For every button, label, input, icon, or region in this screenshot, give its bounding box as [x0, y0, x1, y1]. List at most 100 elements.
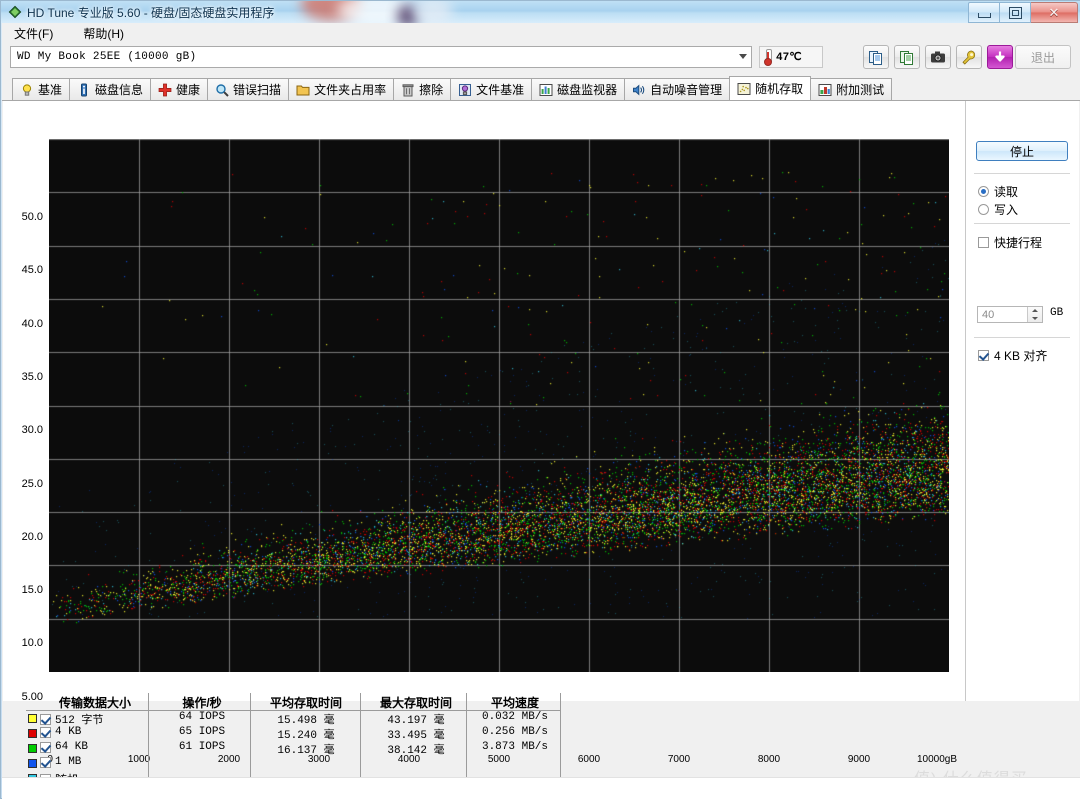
- divider: [974, 337, 1070, 338]
- y-axis-ticks: 50.0 45.0 40.0 35.0 30.0 25.0 20.0 15.0 10.0 5.00: [3, 211, 43, 750]
- table-cell-avg: 15.498 毫: [277, 715, 335, 727]
- tab-random-access[interactable]: 随机存取: [729, 76, 812, 100]
- menu-file[interactable]: 文件(F): [10, 23, 57, 44]
- menu-bar: 文件(F) 帮助(H): [2, 23, 1080, 43]
- series-checkbox[interactable]: [40, 713, 51, 725]
- drive-select-value: WD My Book 25EE (10000 gB): [17, 51, 197, 63]
- radio-write-icon: [978, 204, 989, 215]
- series-label-cell[interactable]: 4 KB: [28, 726, 82, 738]
- legend-color-swatch: [28, 729, 37, 738]
- series-checkbox[interactable]: [40, 756, 51, 768]
- copy-sheet-button[interactable]: [894, 45, 920, 69]
- close-button[interactable]: ✕: [1031, 2, 1078, 23]
- stepper-up-icon[interactable]: [1028, 307, 1042, 315]
- stepper-down-icon[interactable]: [1028, 315, 1042, 323]
- stop-button[interactable]: 停止: [976, 141, 1068, 161]
- chart-panel: ms 50.045.040.035.030.025.020.015.010.05…: [3, 101, 965, 765]
- folder-icon: [296, 83, 310, 97]
- app-diamond-icon: [8, 5, 22, 19]
- series-label-cell[interactable]: 64 KB: [28, 741, 89, 753]
- series-checkbox[interactable]: [40, 741, 51, 753]
- download-arrow-icon: [995, 51, 1005, 62]
- download-button[interactable]: [987, 45, 1013, 69]
- screenshot-button[interactable]: [925, 45, 951, 69]
- legend-color-swatch: [28, 759, 37, 768]
- tab-label: 磁盘信息: [95, 83, 144, 97]
- tab-health[interactable]: 健康: [150, 78, 209, 100]
- column-divider: [360, 693, 361, 789]
- tab-label: 文件基准: [476, 83, 525, 97]
- checkbox-4kb-align-icon: [978, 350, 989, 361]
- chevron-down-icon: [739, 54, 747, 59]
- tab-label: 磁盘监视器: [557, 83, 618, 97]
- tab-benchmark[interactable]: 基准: [12, 78, 71, 100]
- tab-aam[interactable]: 自动噪音管理: [624, 78, 731, 100]
- minimize-button[interactable]: [968, 2, 1000, 23]
- tab-disk-info[interactable]: 磁盘信息: [69, 78, 152, 100]
- table-row[interactable]: 512 字节 64 IOPS 15.498 毫 43.197 毫 0.032 MB/s: [26, 711, 560, 727]
- tab-file-benchmark[interactable]: 文件基准: [450, 78, 533, 100]
- series-label-cell[interactable]: 1 MB: [28, 756, 81, 768]
- monitor-chart-icon: [539, 83, 553, 97]
- scatter-plot-area: [49, 139, 949, 672]
- maximize-button[interactable]: [1000, 2, 1031, 23]
- tab-strip: 基准 磁盘信息 健康 错误扫描 文件夹占用率 擦除 文件基准 磁盘监视器 自动噪…: [2, 75, 1080, 101]
- series-checkbox[interactable]: [40, 726, 51, 738]
- series-label-cell[interactable]: 512 字节: [28, 711, 104, 727]
- y-tick-label: 50.0: [21, 211, 43, 223]
- tab-extra-tests[interactable]: 附加测试: [810, 78, 893, 100]
- short-stroke-stepper[interactable]: 40: [977, 306, 1043, 323]
- exit-button[interactable]: 退出: [1015, 45, 1071, 69]
- file-bench-icon: [458, 83, 472, 97]
- title-bar[interactable]: HD Tune 专业版 5.60 - 硬盘/固态硬盘实用程序 ✕: [1, 1, 1080, 23]
- table-cell-iops: 61 IOPS: [178, 741, 226, 753]
- table-row[interactable]: 64 KB 61 IOPS 16.137 毫 38.142 毫 3.873 MB/s: [26, 741, 560, 757]
- y-tick-label: 15.0: [21, 584, 43, 597]
- magnifier-icon: [215, 83, 229, 97]
- tab-error-scan[interactable]: 错误扫描: [207, 78, 290, 100]
- window-controls: ✕: [968, 2, 1078, 23]
- legend-color-swatch: [28, 714, 37, 723]
- series-name: 4 KB: [55, 726, 82, 738]
- tab-label: 随机存取: [755, 82, 804, 96]
- y-tick-label: 30.0: [21, 424, 43, 437]
- extra-chart-icon: [818, 83, 832, 97]
- toolbar-buttons: [863, 45, 1013, 69]
- y-tick-label: 45.0: [21, 264, 43, 277]
- options-button[interactable]: [956, 45, 982, 69]
- status-bar: [2, 777, 1080, 800]
- table-cell-iops: 64 IOPS: [178, 711, 226, 723]
- tab-label: 文件夹占用率: [314, 83, 387, 97]
- tab-erase[interactable]: 擦除: [393, 78, 452, 100]
- copy-button[interactable]: [863, 45, 889, 69]
- menu-help[interactable]: 帮助(H): [79, 23, 128, 44]
- radio-write[interactable]: 写入: [978, 201, 1018, 218]
- short-stroke-unit: GB: [1050, 307, 1064, 319]
- checkbox-4kb-align[interactable]: 4 KB 对齐: [978, 347, 1047, 364]
- table-row[interactable]: 4 KB 65 IOPS 15.240 毫 33.495 毫 0.256 MB/s: [26, 726, 560, 742]
- column-divider: [466, 693, 467, 789]
- drive-select[interactable]: WD My Book 25EE (10000 gB): [10, 46, 752, 68]
- tab-label: 擦除: [419, 83, 444, 97]
- series-name: 512 字节: [55, 715, 104, 727]
- table-row[interactable]: 1 MB: [26, 756, 560, 771]
- radio-read[interactable]: 读取: [978, 183, 1018, 200]
- bulb-icon: [20, 83, 34, 97]
- trash-icon: [401, 83, 415, 97]
- series-name: 64 KB: [55, 741, 89, 753]
- legend-color-swatch: [28, 744, 37, 753]
- x-tick-label: 9000: [847, 754, 871, 765]
- checkbox-short-stroke-label: 快捷行程: [994, 236, 1043, 250]
- speaker-icon: [632, 83, 646, 97]
- tab-folder-usage[interactable]: 文件夹占用率: [288, 78, 395, 100]
- checkbox-short-stroke[interactable]: 快捷行程: [978, 234, 1042, 251]
- table-cell-speed: 0.256 MB/s: [481, 726, 548, 738]
- tab-disk-monitor[interactable]: 磁盘监视器: [531, 78, 626, 100]
- results-body: 512 字节 64 IOPS 15.498 毫 43.197 毫 0.032 MB/s 4…: [26, 711, 560, 787]
- glass-blur-blob: [413, 1, 453, 23]
- table-cell-speed: 3.873 MB/s: [481, 741, 548, 753]
- tab-label: 附加测试: [836, 83, 885, 97]
- tab-label: 基准: [38, 83, 63, 97]
- tab-label: 自动噪音管理: [650, 83, 723, 97]
- column-header: 最大存取时间: [379, 696, 452, 710]
